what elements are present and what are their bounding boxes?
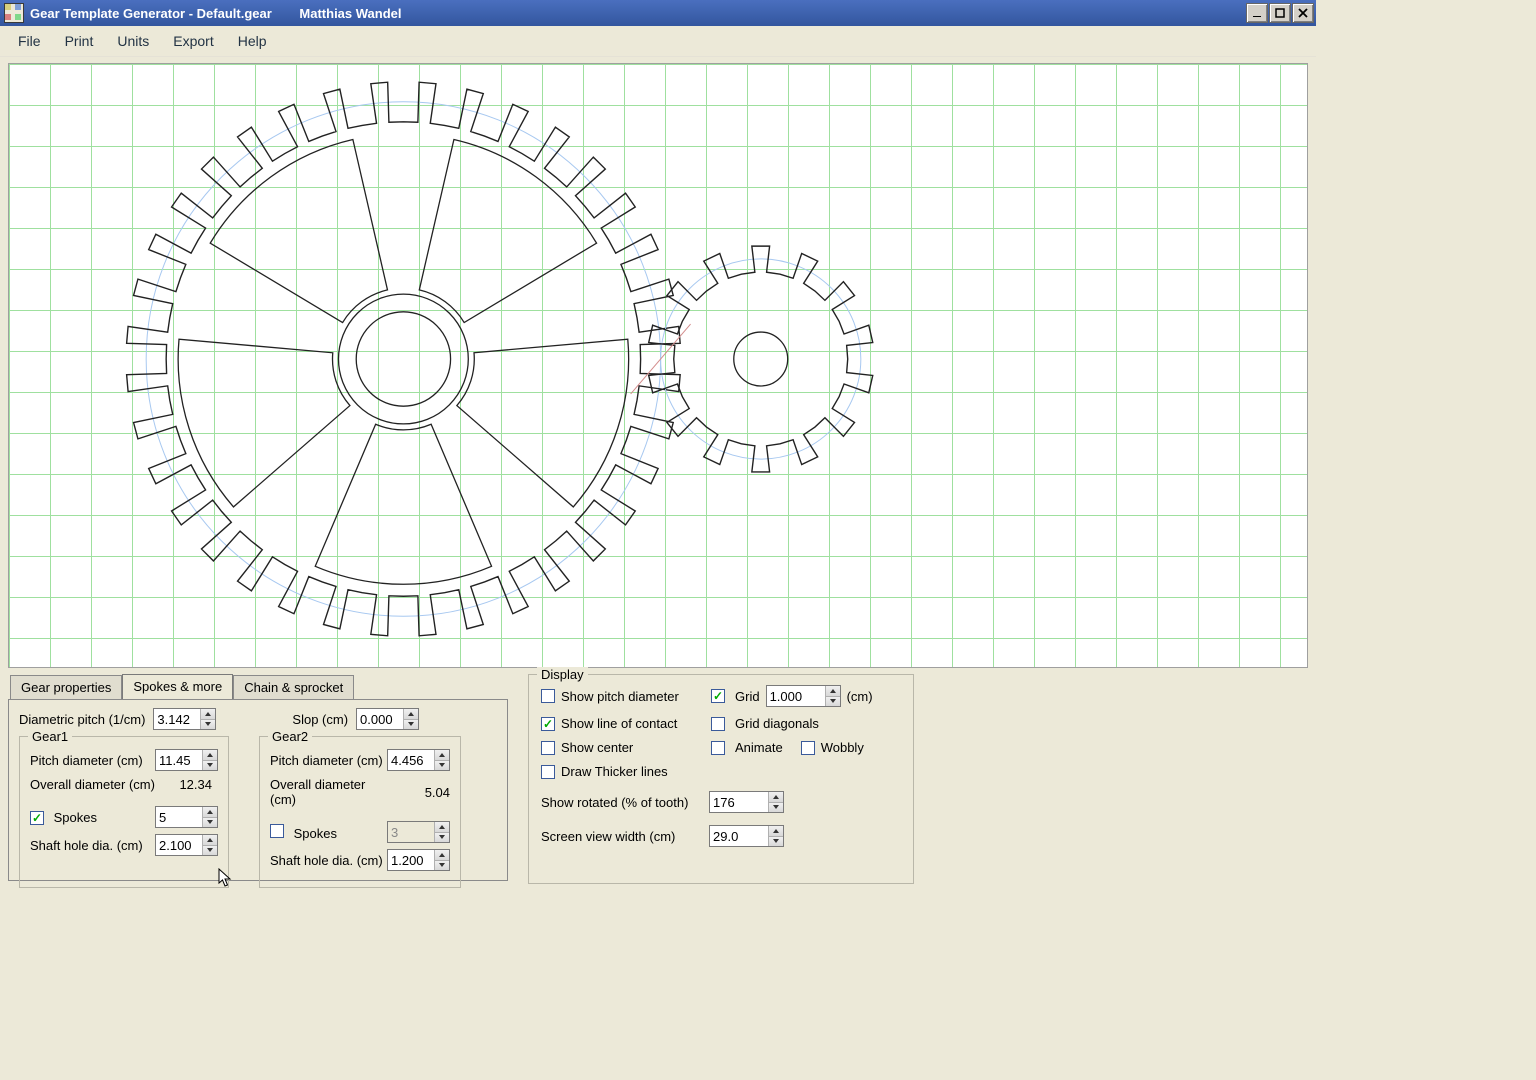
gear1-pitch-spinner[interactable] bbox=[155, 749, 218, 771]
menu-help[interactable]: Help bbox=[226, 29, 279, 53]
gear2-spokes-label: Spokes bbox=[294, 826, 337, 841]
app-icon bbox=[4, 3, 24, 23]
show-center-label: Show center bbox=[561, 740, 633, 755]
gear2-shaft-input[interactable] bbox=[388, 850, 434, 870]
grid-checkbox[interactable] bbox=[711, 689, 725, 703]
show-pitch-diameter-label: Show pitch diameter bbox=[561, 689, 679, 704]
show-rotated-input[interactable] bbox=[710, 792, 768, 812]
diametric-pitch-input[interactable] bbox=[154, 709, 200, 729]
show-line-of-contact-checkbox[interactable] bbox=[541, 717, 555, 731]
show-line-of-contact-label: Show line of contact bbox=[561, 716, 677, 731]
spin-up-icon[interactable] bbox=[201, 709, 215, 720]
slop-label: Slop (cm) bbox=[292, 712, 348, 727]
window-title: Gear Template Generator - Default.gear M… bbox=[30, 6, 1245, 21]
close-button[interactable] bbox=[1292, 3, 1314, 23]
minimize-icon bbox=[1252, 8, 1262, 18]
gear1-spokes-label: Spokes bbox=[54, 810, 97, 825]
spin-down-icon[interactable] bbox=[404, 720, 418, 730]
gear1-shaft-spinner[interactable] bbox=[155, 834, 218, 856]
gear1-pitch-input[interactable] bbox=[156, 750, 202, 770]
wobbly-checkbox[interactable] bbox=[801, 741, 815, 755]
tab-gear-properties[interactable]: Gear properties bbox=[10, 675, 122, 700]
window-author: Matthias Wandel bbox=[299, 6, 401, 21]
gear2-spokes-spinner[interactable] bbox=[387, 821, 450, 843]
diametric-pitch-label: Diametric pitch (1/cm) bbox=[19, 712, 145, 727]
gear-drawing bbox=[9, 64, 1307, 667]
show-rotated-spinner[interactable] bbox=[709, 791, 784, 813]
gear1-spokes-input[interactable] bbox=[156, 807, 202, 827]
gear2-shaft-spinner[interactable] bbox=[387, 849, 450, 871]
slop-input[interactable] bbox=[357, 709, 403, 729]
screen-view-width-input[interactable] bbox=[710, 826, 768, 846]
gear2-group: Gear2 Pitch diameter (cm) Overall diamet… bbox=[259, 736, 461, 888]
property-tabs: Gear properties Spokes & more Chain & sp… bbox=[10, 674, 508, 699]
gear2-overall-label: Overall diameter (cm) bbox=[270, 777, 395, 807]
close-icon bbox=[1298, 8, 1308, 18]
menu-units[interactable]: Units bbox=[105, 29, 161, 53]
gear2-shaft-label: Shaft hole dia. (cm) bbox=[270, 853, 387, 868]
gear1-shaft-label: Shaft hole dia. (cm) bbox=[30, 838, 155, 853]
wobbly-label: Wobbly bbox=[821, 740, 864, 755]
gear-canvas[interactable] bbox=[8, 63, 1308, 668]
maximize-button[interactable] bbox=[1269, 3, 1291, 23]
show-center-checkbox[interactable] bbox=[541, 741, 555, 755]
title-bar: Gear Template Generator - Default.gear M… bbox=[0, 0, 1316, 26]
diametric-pitch-spinner[interactable] bbox=[153, 708, 216, 730]
gear1-legend: Gear1 bbox=[28, 729, 72, 744]
gear1-overall-label: Overall diameter (cm) bbox=[30, 777, 156, 792]
spin-down-icon[interactable] bbox=[201, 720, 215, 730]
screen-view-width-spinner[interactable] bbox=[709, 825, 784, 847]
gear1-spokes-spinner[interactable] bbox=[155, 806, 218, 828]
display-group: Display Show pitch diameter Grid (cm) bbox=[528, 674, 914, 884]
gear2-spokes-checkbox[interactable] bbox=[270, 824, 284, 838]
menu-print[interactable]: Print bbox=[53, 29, 106, 53]
animate-checkbox[interactable] bbox=[711, 741, 725, 755]
gear2-spokes-input bbox=[388, 822, 434, 842]
gear1-pitch-label: Pitch diameter (cm) bbox=[30, 753, 155, 768]
draw-thicker-lines-label: Draw Thicker lines bbox=[561, 764, 668, 779]
minimize-button[interactable] bbox=[1246, 3, 1268, 23]
grid-input[interactable] bbox=[767, 686, 825, 706]
grid-diagonals-checkbox[interactable] bbox=[711, 717, 725, 731]
menu-bar: File Print Units Export Help bbox=[0, 26, 1316, 57]
gear1-spokes-checkbox[interactable] bbox=[30, 811, 44, 825]
gear2-pitch-label: Pitch diameter (cm) bbox=[270, 753, 387, 768]
maximize-icon bbox=[1275, 8, 1285, 18]
tab-chain-sprocket[interactable]: Chain & sprocket bbox=[233, 675, 354, 700]
menu-export[interactable]: Export bbox=[161, 29, 225, 53]
window-title-text: Gear Template Generator - Default.gear bbox=[30, 6, 272, 21]
display-legend: Display bbox=[537, 667, 588, 682]
show-pitch-diameter-checkbox[interactable] bbox=[541, 689, 555, 703]
grid-label: Grid bbox=[735, 689, 760, 704]
spin-up-icon[interactable] bbox=[404, 709, 418, 720]
gear1-group: Gear1 Pitch diameter (cm) Overall diamet… bbox=[19, 736, 229, 888]
gear2-pitch-spinner[interactable] bbox=[387, 749, 450, 771]
slop-spinner[interactable] bbox=[356, 708, 419, 730]
grid-unit: (cm) bbox=[847, 689, 873, 704]
screen-view-width-label: Screen view width (cm) bbox=[541, 829, 709, 844]
gear1-overall-value: 12.34 bbox=[162, 777, 212, 792]
animate-label: Animate bbox=[735, 740, 783, 755]
gear2-pitch-input[interactable] bbox=[388, 750, 434, 770]
menu-file[interactable]: File bbox=[6, 29, 53, 53]
gear2-legend: Gear2 bbox=[268, 729, 312, 744]
show-rotated-label: Show rotated (% of tooth) bbox=[541, 795, 709, 810]
draw-thicker-lines-checkbox[interactable] bbox=[541, 765, 555, 779]
grid-diagonals-label: Grid diagonals bbox=[735, 716, 819, 731]
properties-panel: Gear properties Spokes & more Chain & sp… bbox=[0, 668, 1316, 896]
tab-spokes-more[interactable]: Spokes & more bbox=[122, 674, 233, 699]
grid-spinner[interactable] bbox=[766, 685, 841, 707]
gear2-overall-value: 5.04 bbox=[401, 785, 450, 800]
tab-body: Diametric pitch (1/cm) Slop (cm) Gear1 P… bbox=[8, 699, 508, 881]
gear1-shaft-input[interactable] bbox=[156, 835, 202, 855]
